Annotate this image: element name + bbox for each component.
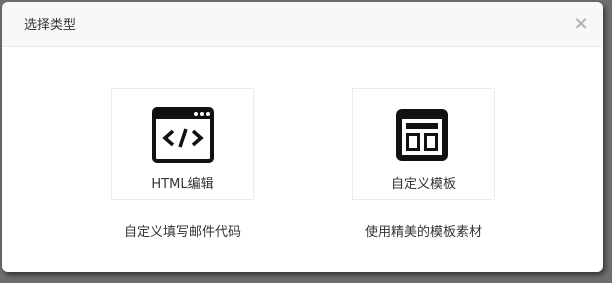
dialog-header: 选择类型 ×	[2, 2, 603, 47]
html-editor-description: 自定义填写邮件代码	[123, 225, 241, 240]
layout-template-icon	[396, 109, 448, 161]
html-editor-option[interactable]: HTML编辑	[111, 88, 254, 200]
custom-template-description: 使用精美的模板素材	[364, 225, 482, 240]
select-type-dialog: 选择类型 × HTML编辑 自定义模板 自定义填写邮件代码 使用精美的模板素材	[2, 2, 603, 272]
option-label: 自定义模板	[390, 177, 456, 192]
code-window-icon	[152, 107, 214, 163]
option-label: HTML编辑	[151, 177, 214, 192]
custom-template-option[interactable]: 自定义模板	[352, 88, 495, 200]
dialog-title: 选择类型	[24, 18, 77, 33]
close-button[interactable]: ×	[571, 14, 591, 34]
